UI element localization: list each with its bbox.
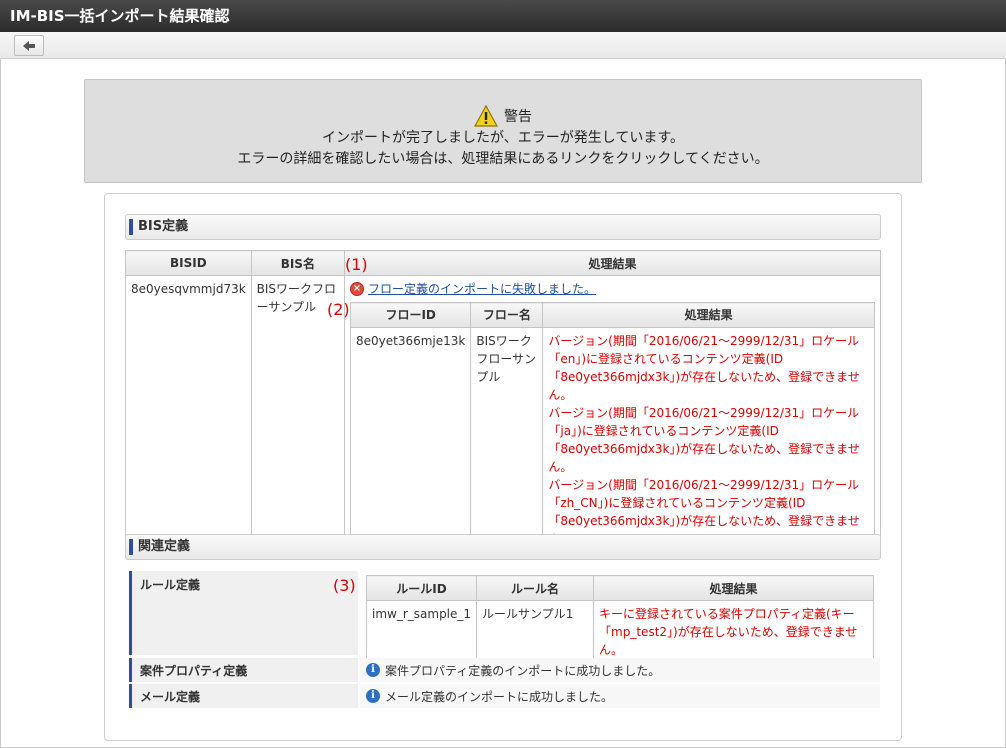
rulename-cell: ルールサンプル1: [476, 600, 595, 664]
col-flowid: フローID: [349, 302, 472, 328]
toolbar: [0, 32, 1006, 59]
flow-table: フローID フロー名 処理結果 8e0yet366mje13k BISワークフロ…: [349, 302, 875, 553]
rule-label: ルール定義: [129, 571, 358, 655]
col-ruleid: ルールID: [365, 575, 478, 601]
col-bisid: BISID: [125, 250, 252, 276]
annotation-2: (2): [327, 300, 350, 319]
warning-message-1: インポートが完了しましたが、エラーが発生しています。: [322, 130, 684, 146]
col-flowname: フロー名: [470, 302, 544, 328]
mail-message: メール定義のインポートに成功しました。: [385, 689, 614, 704]
mail-row: メール定義 i メール定義のインポートに成功しました。: [129, 684, 880, 708]
error-icon: ×: [350, 282, 364, 296]
bis-section-header: BIS定義: [125, 214, 881, 240]
rule-table: ルールID ルール名 処理結果 imw_r_sample_1 ルールサンプル1 …: [365, 575, 874, 664]
property-message: 案件プロパティ定義のインポートに成功しました。: [385, 663, 661, 678]
property-value: i 案件プロパティ定義のインポートに成功しました。: [360, 658, 880, 682]
back-button[interactable]: [14, 35, 44, 56]
related-section-header: 関連定義: [125, 534, 881, 560]
error-message: バージョン(期間「2016/06/21～2999/12/31」ロケール「en」)…: [548, 334, 860, 402]
error-message: バージョン(期間「2016/06/21～2999/12/31」ロケール「ja」)…: [548, 406, 860, 474]
property-row: 案件プロパティ定義 i 案件プロパティ定義のインポートに成功しました。: [129, 658, 880, 682]
ruleid-cell: imw_r_sample_1: [365, 600, 478, 664]
warning-title: 警告: [504, 109, 532, 125]
col-rule-result: 処理結果: [593, 575, 874, 601]
col-rulename: ルール名: [476, 575, 595, 601]
flowid-cell: 8e0yet366mje13k: [349, 327, 472, 553]
col-flow-result: 処理結果: [542, 302, 875, 328]
bis-table: BISID BIS名 処理結果 8e0yesqvmmjd73k BISワークフロ…: [125, 250, 881, 558]
rule-result-cell: キーに登録されている案件プロパティ定義(キー「mp_test2」)が存在しないた…: [593, 600, 874, 664]
col-bisname: BIS名: [250, 250, 346, 276]
flow-fail-link[interactable]: フロー定義のインポートに失敗しました。: [368, 280, 596, 298]
warning-box: 警告 インポートが完了しましたが、エラーが発生しています。 エラーの詳細を確認し…: [84, 79, 922, 183]
mail-label: メール定義: [129, 684, 358, 708]
table-row: 8e0yet366mje13k BISワークフローサンプル バージョン(期間「2…: [349, 327, 875, 553]
mail-value: i メール定義のインポートに成功しました。: [360, 684, 880, 708]
annotation-3: (3): [333, 576, 356, 595]
arrow-left-icon: [23, 40, 35, 51]
table-row: 8e0yesqvmmjd73k BISワークフローサンプル × フロー定義のイン…: [125, 275, 881, 558]
flow-result-cell: バージョン(期間「2016/06/21～2999/12/31」ロケール「en」)…: [542, 327, 875, 553]
info-icon: i: [366, 663, 380, 677]
table-row: imw_r_sample_1 ルールサンプル1 キーに登録されている案件プロパテ…: [365, 600, 874, 664]
warning-icon: [474, 105, 498, 127]
bisid-cell: 8e0yesqvmmjd73k: [125, 275, 252, 558]
info-icon: i: [366, 689, 380, 703]
flowname-cell: BISワークフローサンプル: [470, 327, 544, 553]
window-title: IM-BIS一括インポート結果確認: [0, 0, 1006, 32]
result-cell: × フロー定義のインポートに失敗しました。 フローID フロー名 処理結果 8e…: [344, 275, 881, 558]
col-result: 処理結果: [344, 250, 881, 276]
warning-message-2: エラーの詳細を確認したい場合は、処理結果にあるリンクをクリックしてください。: [237, 151, 769, 167]
property-label: 案件プロパティ定義: [129, 658, 358, 682]
annotation-1: (1): [345, 255, 368, 274]
